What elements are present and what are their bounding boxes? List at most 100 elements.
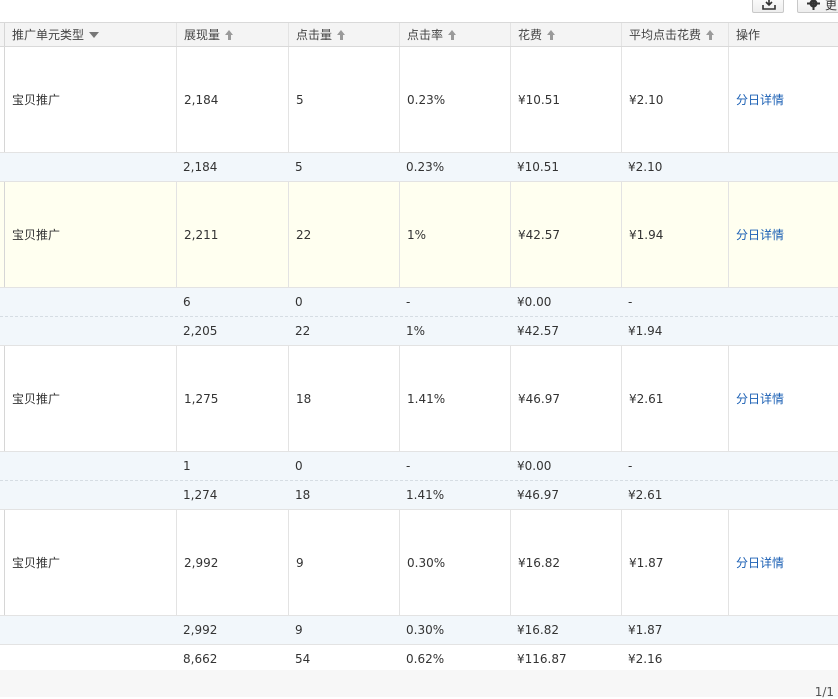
cell-clicks: 5 bbox=[295, 160, 303, 174]
settings-label: 更 bbox=[825, 0, 838, 12]
table-subrow: 6 0 - ¥0.00 - bbox=[0, 288, 838, 317]
cell-ctr: 1.41% bbox=[399, 346, 510, 451]
column-header-action: 操作 bbox=[728, 23, 838, 46]
export-button[interactable] bbox=[752, 0, 784, 13]
cell-action: 分日详情 bbox=[728, 47, 838, 152]
cell-action: 分日详情 bbox=[728, 346, 838, 451]
cell-cost: ¥10.51 bbox=[510, 47, 621, 152]
cell-impressions: 1 bbox=[183, 459, 191, 473]
column-header-clicks[interactable]: 点击量 bbox=[288, 23, 399, 46]
column-header-cpc[interactable]: 平均点击花费 bbox=[621, 23, 728, 46]
cell-cost: ¥10.51 bbox=[517, 160, 559, 174]
cell-impressions: 6 bbox=[183, 295, 191, 309]
cell-impressions: 1,275 bbox=[176, 346, 288, 451]
cell-cpc: ¥2.61 bbox=[621, 346, 728, 451]
table-footer bbox=[0, 670, 838, 697]
cell-cost: ¥116.87 bbox=[517, 652, 567, 666]
cell-cost: ¥0.00 bbox=[517, 295, 552, 309]
cell-ctr: 0.23% bbox=[399, 47, 510, 152]
cell-impressions: 2,184 bbox=[183, 160, 218, 174]
cell-cpc: ¥2.10 bbox=[628, 160, 663, 174]
cell-ctr: 0.30% bbox=[399, 510, 510, 615]
cell-cost: ¥16.82 bbox=[510, 510, 621, 615]
sort-asc-icon bbox=[225, 29, 234, 40]
cell-type: 宝贝推广 bbox=[4, 510, 176, 615]
column-header-ctr[interactable]: 点击率 bbox=[399, 23, 510, 46]
cell-cpc: ¥2.10 bbox=[621, 47, 728, 152]
cell-cpc: ¥2.16 bbox=[628, 652, 663, 666]
cell-clicks: 18 bbox=[288, 346, 399, 451]
cell-clicks: 0 bbox=[295, 295, 303, 309]
cell-cpc: ¥1.94 bbox=[628, 324, 663, 338]
table-subrow: 2,205 22 1% ¥42.57 ¥1.94 bbox=[0, 317, 838, 346]
cell-ctr: 0.23% bbox=[406, 160, 445, 174]
column-header-label: 点击率 bbox=[407, 28, 444, 42]
cell-cost: ¥16.82 bbox=[517, 623, 559, 637]
cell-cost: ¥42.57 bbox=[510, 182, 621, 287]
daily-detail-link[interactable]: 分日详情 bbox=[736, 390, 784, 407]
cell-impressions: 1,274 bbox=[183, 488, 218, 502]
cell-clicks: 5 bbox=[288, 47, 399, 152]
cell-impressions: 8,662 bbox=[183, 652, 218, 666]
gear-icon bbox=[807, 0, 820, 10]
cell-clicks: 22 bbox=[288, 182, 399, 287]
table-row: 宝贝推广 2,211 22 1% ¥42.57 ¥1.94 分日详情 bbox=[0, 182, 838, 288]
sort-desc-icon bbox=[89, 31, 100, 38]
cell-cpc: - bbox=[628, 295, 633, 309]
cell-clicks: 9 bbox=[288, 510, 399, 615]
cell-cost: ¥0.00 bbox=[517, 459, 552, 473]
cell-ctr: 1% bbox=[406, 324, 426, 338]
sort-asc-icon bbox=[706, 29, 715, 40]
cell-type: 宝贝推广 bbox=[4, 182, 176, 287]
column-header-label: 花费 bbox=[518, 28, 543, 42]
column-header-type[interactable]: 推广单元类型 bbox=[4, 23, 176, 46]
column-header-cost[interactable]: 花费 bbox=[510, 23, 621, 46]
table-subrow: 2,992 9 0.30% ¥16.82 ¥1.87 bbox=[0, 616, 838, 645]
cell-cost: ¥42.57 bbox=[517, 324, 559, 338]
cell-ctr: - bbox=[406, 295, 411, 309]
cell-clicks: 54 bbox=[295, 652, 311, 666]
cell-clicks: 0 bbox=[295, 459, 303, 473]
column-header-impressions[interactable]: 展现量 bbox=[176, 23, 288, 46]
cell-cpc: ¥1.87 bbox=[628, 623, 663, 637]
column-header-label: 展现量 bbox=[184, 28, 221, 42]
cell-ctr: 0.30% bbox=[406, 623, 445, 637]
cell-type: 宝贝推广 bbox=[4, 47, 176, 152]
download-icon bbox=[762, 0, 776, 10]
settings-button[interactable]: 更 bbox=[797, 0, 838, 13]
daily-detail-link[interactable]: 分日详情 bbox=[736, 554, 784, 571]
cell-ctr: - bbox=[406, 459, 411, 473]
table-header: 推广单元类型 展现量 点击量 点击率 花费 平均点击花费 操作 bbox=[0, 22, 838, 47]
cell-ctr: 1.41% bbox=[406, 488, 445, 502]
cell-cpc: - bbox=[628, 459, 633, 473]
table-subrow: 1 0 - ¥0.00 - bbox=[0, 452, 838, 481]
cell-impressions: 2,992 bbox=[176, 510, 288, 615]
cell-impressions: 2,211 bbox=[176, 182, 288, 287]
table-row: 宝贝推广 2,184 5 0.23% ¥10.51 ¥2.10 分日详情 bbox=[0, 47, 838, 153]
column-header-label: 平均点击花费 bbox=[629, 28, 702, 42]
table-row: 宝贝推广 2,992 9 0.30% ¥16.82 ¥1.87 分日详情 bbox=[0, 510, 838, 616]
table-subrow: 1,274 18 1.41% ¥46.97 ¥2.61 bbox=[0, 481, 838, 510]
sort-asc-icon bbox=[337, 29, 346, 40]
column-header-label: 操作 bbox=[736, 28, 761, 42]
cell-ctr: 0.62% bbox=[406, 652, 445, 666]
cell-type: 宝贝推广 bbox=[4, 346, 176, 451]
cell-impressions: 2,992 bbox=[183, 623, 218, 637]
cell-cost: ¥46.97 bbox=[517, 488, 559, 502]
cell-cost: ¥46.97 bbox=[510, 346, 621, 451]
column-header-label: 推广单元类型 bbox=[12, 28, 85, 42]
cell-cpc: ¥1.94 bbox=[621, 182, 728, 287]
cell-impressions: 2,205 bbox=[183, 324, 218, 338]
cell-clicks: 9 bbox=[295, 623, 303, 637]
column-header-label: 点击量 bbox=[296, 28, 333, 42]
table-subrow: 2,184 5 0.23% ¥10.51 ¥2.10 bbox=[0, 153, 838, 182]
cell-action: 分日详情 bbox=[728, 510, 838, 615]
sort-asc-icon bbox=[547, 29, 556, 40]
daily-detail-link[interactable]: 分日详情 bbox=[736, 91, 784, 108]
report-table: 推广单元类型 展现量 点击量 点击率 花费 平均点击花费 操作 宝贝推广 2,1… bbox=[0, 22, 838, 674]
daily-detail-link[interactable]: 分日详情 bbox=[736, 226, 784, 243]
toolbar: 更 bbox=[0, 0, 838, 22]
table-row: 宝贝推广 1,275 18 1.41% ¥46.97 ¥2.61 分日详情 bbox=[0, 346, 838, 452]
cell-cpc: ¥2.61 bbox=[628, 488, 663, 502]
cell-action: 分日详情 bbox=[728, 182, 838, 287]
